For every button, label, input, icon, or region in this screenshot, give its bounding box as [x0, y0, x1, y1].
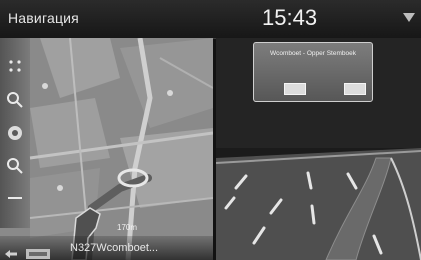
map-view[interactable]: [0, 38, 213, 260]
map-controls: [0, 38, 30, 228]
route-list-icon[interactable]: [26, 244, 50, 260]
zoom-in-icon[interactable]: [5, 90, 25, 110]
navigation-screen: Навигация 15:43 170m N327Wcomboet... Wco…: [0, 0, 421, 260]
signal-icon: [403, 13, 415, 22]
clock: 15:43: [262, 5, 318, 30]
street-name: N327Wcomboet...: [70, 242, 159, 254]
top-bar: Навигация 15:43: [0, 0, 421, 39]
map-graphic: [0, 38, 213, 260]
distance-label: 170m: [117, 223, 138, 232]
zoom-out-icon[interactable]: [5, 156, 25, 176]
compass-icon[interactable]: [5, 123, 25, 143]
minus-icon[interactable]: [5, 188, 25, 208]
lane-indicator: [344, 83, 366, 95]
sign-text: Wcomboet - Opper Stemboek: [270, 50, 356, 57]
screen-title: Навигация: [8, 10, 79, 26]
zoom-fit-icon[interactable]: [5, 56, 25, 76]
back-arrow-icon[interactable]: [4, 244, 18, 260]
lane-indicator: [284, 83, 306, 95]
direction-sign: Wcomboet - Opper Stemboek: [253, 42, 373, 102]
